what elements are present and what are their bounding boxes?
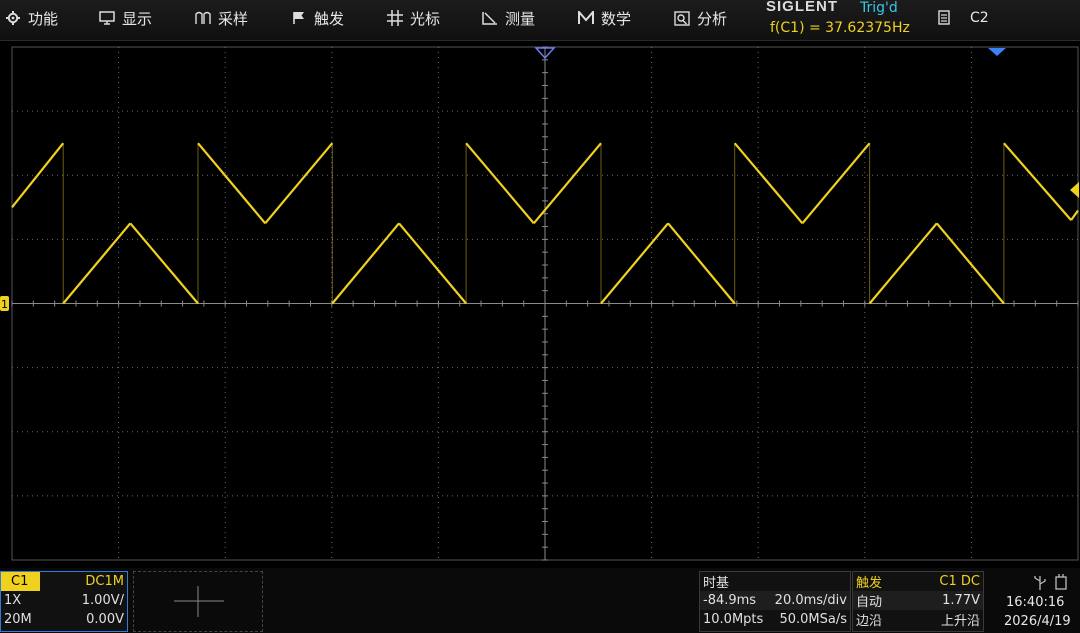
analysis-icon (673, 9, 691, 27)
add-channel-button[interactable] (133, 571, 263, 632)
menu-measure-label: 测量 (505, 9, 536, 28)
status-bar: C1 DC1M 1X 1.00V/ 20M 0.00V 时基 -84.9ms 2… (0, 568, 1080, 633)
menu-analysis-label: 分析 (697, 9, 728, 28)
trigger-source: C1 DC (939, 574, 980, 589)
timebase-panel[interactable]: 时基 -84.9ms 20.0ms/div 10.0Mpts 50.0MSa/s (699, 571, 851, 632)
clock-date: 2026/4/19 (1004, 614, 1071, 629)
cursor-icon (386, 9, 404, 27)
menu-display-label: 显示 (122, 9, 153, 28)
timebase-delay: -84.9ms (703, 593, 757, 608)
trigger-slope: 上升沿 (940, 614, 980, 629)
trigger-title: 触发 (856, 576, 883, 591)
menu-cursor-label: 光标 (410, 9, 441, 28)
timebase-scale: 20.0ms/div (774, 593, 847, 608)
menu-analysis[interactable]: 分析 (673, 0, 727, 36)
sampling-icon (194, 9, 212, 27)
channel-1-offset-label: 1 (1, 298, 8, 311)
menu-function[interactable]: 功能 (4, 0, 58, 36)
menu-trigger-label: 触发 (314, 9, 345, 28)
channel-1-offset-marker[interactable]: 1 (0, 296, 9, 311)
document-icon (938, 10, 952, 26)
brand-logo: SIGLENT (766, 0, 839, 15)
channel-1-scale: 1.00V/ (81, 593, 124, 608)
timebase-sample-rate: 50.0MSa/s (779, 612, 847, 627)
channel-1-name: C1 (1, 572, 41, 591)
channel-c2-label: C2 (970, 10, 989, 26)
menu-measure[interactable]: 测量 (481, 0, 535, 36)
clock-panel: 16:40:16 2026/4/19 (986, 571, 1080, 630)
timebase-title: 时基 (703, 576, 730, 591)
menu-sampling-label: 采样 (218, 9, 249, 28)
usb-icon (1034, 574, 1067, 590)
timebase-memory: 10.0Mpts (703, 612, 764, 627)
measure-icon (481, 9, 499, 27)
menu-trigger[interactable]: 触发 (290, 0, 344, 36)
plus-icon (174, 586, 224, 617)
menu-display[interactable]: 显示 (98, 0, 152, 36)
top-menu-bar: 功能 显示 采样 触发 光标 测量 数学 分析 SIGLENT Trig'd f… (0, 0, 1080, 41)
menu-math[interactable]: 数学 (577, 0, 631, 36)
menu-sampling[interactable]: 采样 (194, 0, 248, 36)
menu-cursor[interactable]: 光标 (386, 0, 440, 36)
channel-1-bandwidth: 20M (4, 612, 32, 627)
channel-c2-button[interactable]: C2 (930, 0, 1080, 36)
trigger-level: 1.77V (942, 593, 980, 608)
channel-1-panel[interactable]: C1 DC1M 1X 1.00V/ 20M 0.00V (0, 571, 128, 632)
menu-math-label: 数学 (601, 9, 632, 28)
math-icon (577, 9, 595, 27)
monitor-icon (98, 9, 116, 27)
gear-icon (4, 9, 22, 27)
channel-1-coupling: DC1M (85, 574, 124, 589)
trigger-type: 边沿 (856, 614, 883, 629)
flag-icon (290, 9, 308, 27)
trigger-status: Trig'd (860, 0, 898, 16)
menu-function-label: 功能 (28, 9, 59, 28)
channel-1-offset: 0.00V (86, 612, 124, 627)
waveform-display[interactable]: 1 (0, 40, 1080, 568)
trigger-mode: 自动 (856, 595, 883, 610)
channel-1-probe: 1X (4, 593, 22, 608)
clock-time: 16:40:16 (1006, 595, 1065, 610)
frequency-readout: f(C1) = 37.62375Hz (770, 20, 910, 36)
trigger-panel[interactable]: 触发 C1 DC 自动 1.77V 边沿 上升沿 (852, 571, 984, 632)
